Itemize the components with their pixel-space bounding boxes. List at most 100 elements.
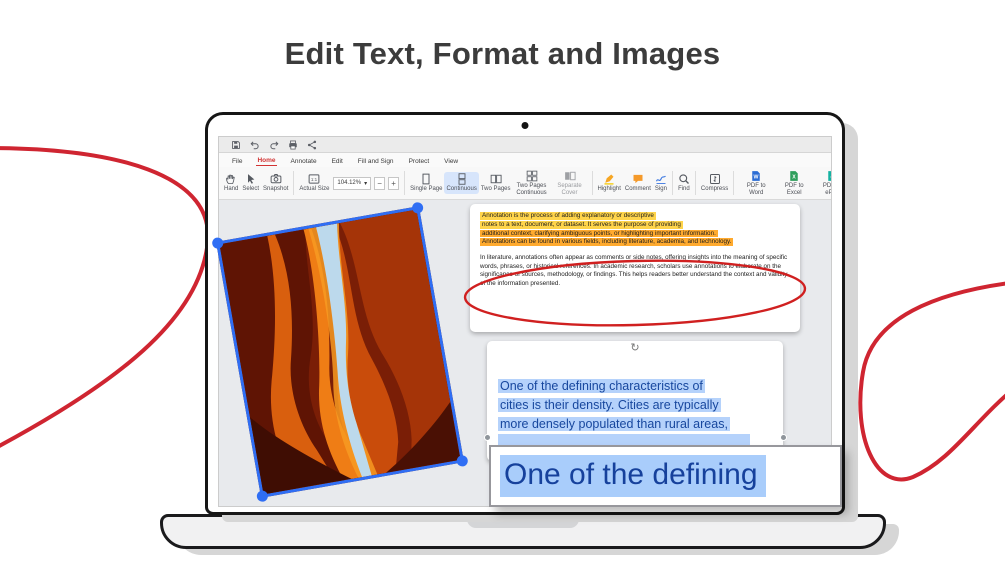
actual-size-icon bbox=[308, 173, 320, 185]
camera-icon bbox=[270, 173, 282, 185]
tab-home[interactable]: Home bbox=[256, 156, 277, 166]
tab-view[interactable]: View bbox=[443, 157, 459, 166]
tool-label: Two Pages bbox=[480, 186, 511, 193]
tab-protect[interactable]: Protect bbox=[408, 157, 431, 166]
red-curve-left bbox=[0, 146, 211, 448]
tool-hand[interactable]: Hand bbox=[222, 172, 240, 193]
tool-single-page[interactable]: Single Page bbox=[408, 172, 444, 193]
webcam-dot bbox=[521, 122, 529, 129]
text-edit-box[interactable]: One of the defining characteristics of c… bbox=[498, 377, 730, 434]
selection-handle-right[interactable] bbox=[780, 434, 787, 441]
tool-pdf-to-epub[interactable]: PDF to ePub bbox=[813, 169, 831, 197]
tool-label: PDF to ePub bbox=[822, 183, 831, 196]
single-page-icon bbox=[420, 173, 432, 185]
tool-label: Find bbox=[678, 186, 690, 193]
menu-tab-bar: File Home Annotate Edit Fill and Sign Pr… bbox=[219, 153, 831, 167]
tool-actual-size[interactable]: Actual Size bbox=[297, 172, 331, 193]
tab-annotate[interactable]: Annotate bbox=[290, 157, 318, 166]
selection-handle-left[interactable] bbox=[484, 434, 491, 441]
red-ellipse-annotation[interactable] bbox=[458, 255, 812, 331]
search-icon bbox=[678, 173, 690, 185]
tool-label: Snapshot bbox=[263, 186, 289, 193]
tab-edit[interactable]: Edit bbox=[331, 157, 344, 166]
selected-text-line: One of the defining characteristics of bbox=[498, 379, 705, 393]
tab-file[interactable]: File bbox=[231, 157, 243, 166]
tool-pdf-to-excel[interactable]: PDF to Excel bbox=[775, 169, 813, 197]
two-pages-icon bbox=[490, 173, 502, 185]
chevron-down-icon: ▾ bbox=[364, 180, 368, 187]
tool-label: PDF to Word bbox=[746, 183, 766, 196]
tool-select[interactable]: Select bbox=[240, 172, 261, 193]
scene: Edit Text, Format and Images File Home A… bbox=[0, 0, 1005, 565]
zoom-control: 104.12% ▾ − + bbox=[333, 176, 400, 190]
tool-label: Actual Size bbox=[299, 186, 330, 193]
tool-label: Single Page bbox=[410, 186, 443, 193]
tool-label: PDF to Excel bbox=[784, 183, 804, 196]
continuous-icon bbox=[456, 173, 468, 185]
tool-label: Comment bbox=[624, 186, 651, 193]
tool-label: Continuous bbox=[446, 186, 477, 193]
hand-icon bbox=[225, 173, 237, 185]
toolbar-separator bbox=[293, 171, 295, 195]
page-title: Edit Text, Format and Images bbox=[284, 36, 721, 71]
tool-comment[interactable]: Comment bbox=[623, 172, 653, 193]
highlighted-line: notes to a text, document, or dataset. I… bbox=[480, 220, 683, 229]
save-icon[interactable] bbox=[231, 140, 241, 150]
tool-sign[interactable]: Sign bbox=[653, 172, 669, 193]
tool-pdf-to-word[interactable]: PDF to Word bbox=[737, 169, 775, 197]
toolbar-separator bbox=[733, 171, 735, 195]
pdf-to-word-icon bbox=[750, 170, 762, 182]
zoom-in-button[interactable]: + bbox=[388, 176, 400, 190]
text-edit-card: ↻ One of the defining characteristics of… bbox=[487, 341, 783, 461]
tool-compress[interactable]: Compress bbox=[699, 172, 730, 193]
tool-label: Highlight bbox=[597, 186, 621, 193]
toolbar-separator bbox=[694, 171, 696, 195]
rotate-handle[interactable]: ↻ bbox=[630, 343, 639, 354]
highlighted-line: Annotation is the process of adding expl… bbox=[480, 212, 656, 220]
tool-label: Separate Cover bbox=[557, 183, 582, 196]
print-icon[interactable] bbox=[288, 140, 298, 150]
highlighted-line: Annotations can be found in various fiel… bbox=[480, 238, 734, 247]
share-icon[interactable] bbox=[307, 140, 317, 150]
main-toolbar: Hand Select Snapshot Actual Size 104.12%… bbox=[219, 167, 831, 200]
laptop-base-notch bbox=[467, 517, 579, 528]
red-curve-right bbox=[858, 281, 1005, 482]
separate-cover-icon bbox=[564, 170, 576, 182]
tool-highlight[interactable]: Highlight bbox=[596, 172, 623, 193]
canyon-photo bbox=[219, 209, 461, 495]
tool-label: Compress bbox=[700, 186, 729, 193]
compress-icon bbox=[709, 173, 721, 185]
tool-two-pages[interactable]: Two Pages bbox=[479, 172, 513, 193]
tool-separate-cover[interactable]: Separate Cover bbox=[551, 169, 589, 197]
selected-text-line: cities is their density. Cities are typi… bbox=[498, 398, 721, 412]
toolbar-separator bbox=[671, 171, 673, 195]
undo-icon[interactable] bbox=[250, 140, 260, 150]
pdf-to-excel-icon bbox=[788, 170, 800, 182]
two-pages-continuous-icon bbox=[526, 170, 538, 182]
app-titlebar bbox=[219, 137, 831, 153]
cursor-icon bbox=[245, 173, 257, 185]
highlighter-icon bbox=[603, 173, 615, 185]
tool-find[interactable]: Find bbox=[676, 172, 692, 193]
tool-label: Hand bbox=[224, 186, 239, 193]
magnified-selected-text: One of the defining bbox=[500, 455, 766, 497]
tool-continuous[interactable]: Continuous bbox=[444, 172, 479, 194]
zoom-level-dropdown[interactable]: 104.12% ▾ bbox=[333, 176, 372, 190]
tool-label: Select bbox=[242, 186, 260, 193]
tab-fill-and-sign[interactable]: Fill and Sign bbox=[357, 157, 395, 166]
pdf-to-epub-icon bbox=[826, 170, 831, 182]
zoom-value: 104.12% bbox=[337, 180, 362, 186]
tool-two-pages-continuous[interactable]: Two Pages Continuous bbox=[513, 169, 551, 197]
selected-text-line: more densely populated than rural areas, bbox=[498, 417, 730, 431]
signature-icon bbox=[655, 173, 667, 185]
toolbar-separator bbox=[404, 171, 406, 195]
tool-label: Sign bbox=[654, 186, 667, 193]
annotation-page-card: Annotation is the process of adding expl… bbox=[463, 204, 807, 332]
redo-icon[interactable] bbox=[269, 140, 279, 150]
highlighted-line: additional context, clarifying ambiguous… bbox=[480, 229, 718, 238]
zoom-out-button[interactable]: − bbox=[374, 176, 386, 190]
tool-snapshot[interactable]: Snapshot bbox=[261, 172, 290, 193]
tool-label: Two Pages Continuous bbox=[516, 183, 547, 196]
laptop-base bbox=[160, 514, 886, 549]
zoom-text-callout: One of the defining bbox=[489, 445, 842, 507]
